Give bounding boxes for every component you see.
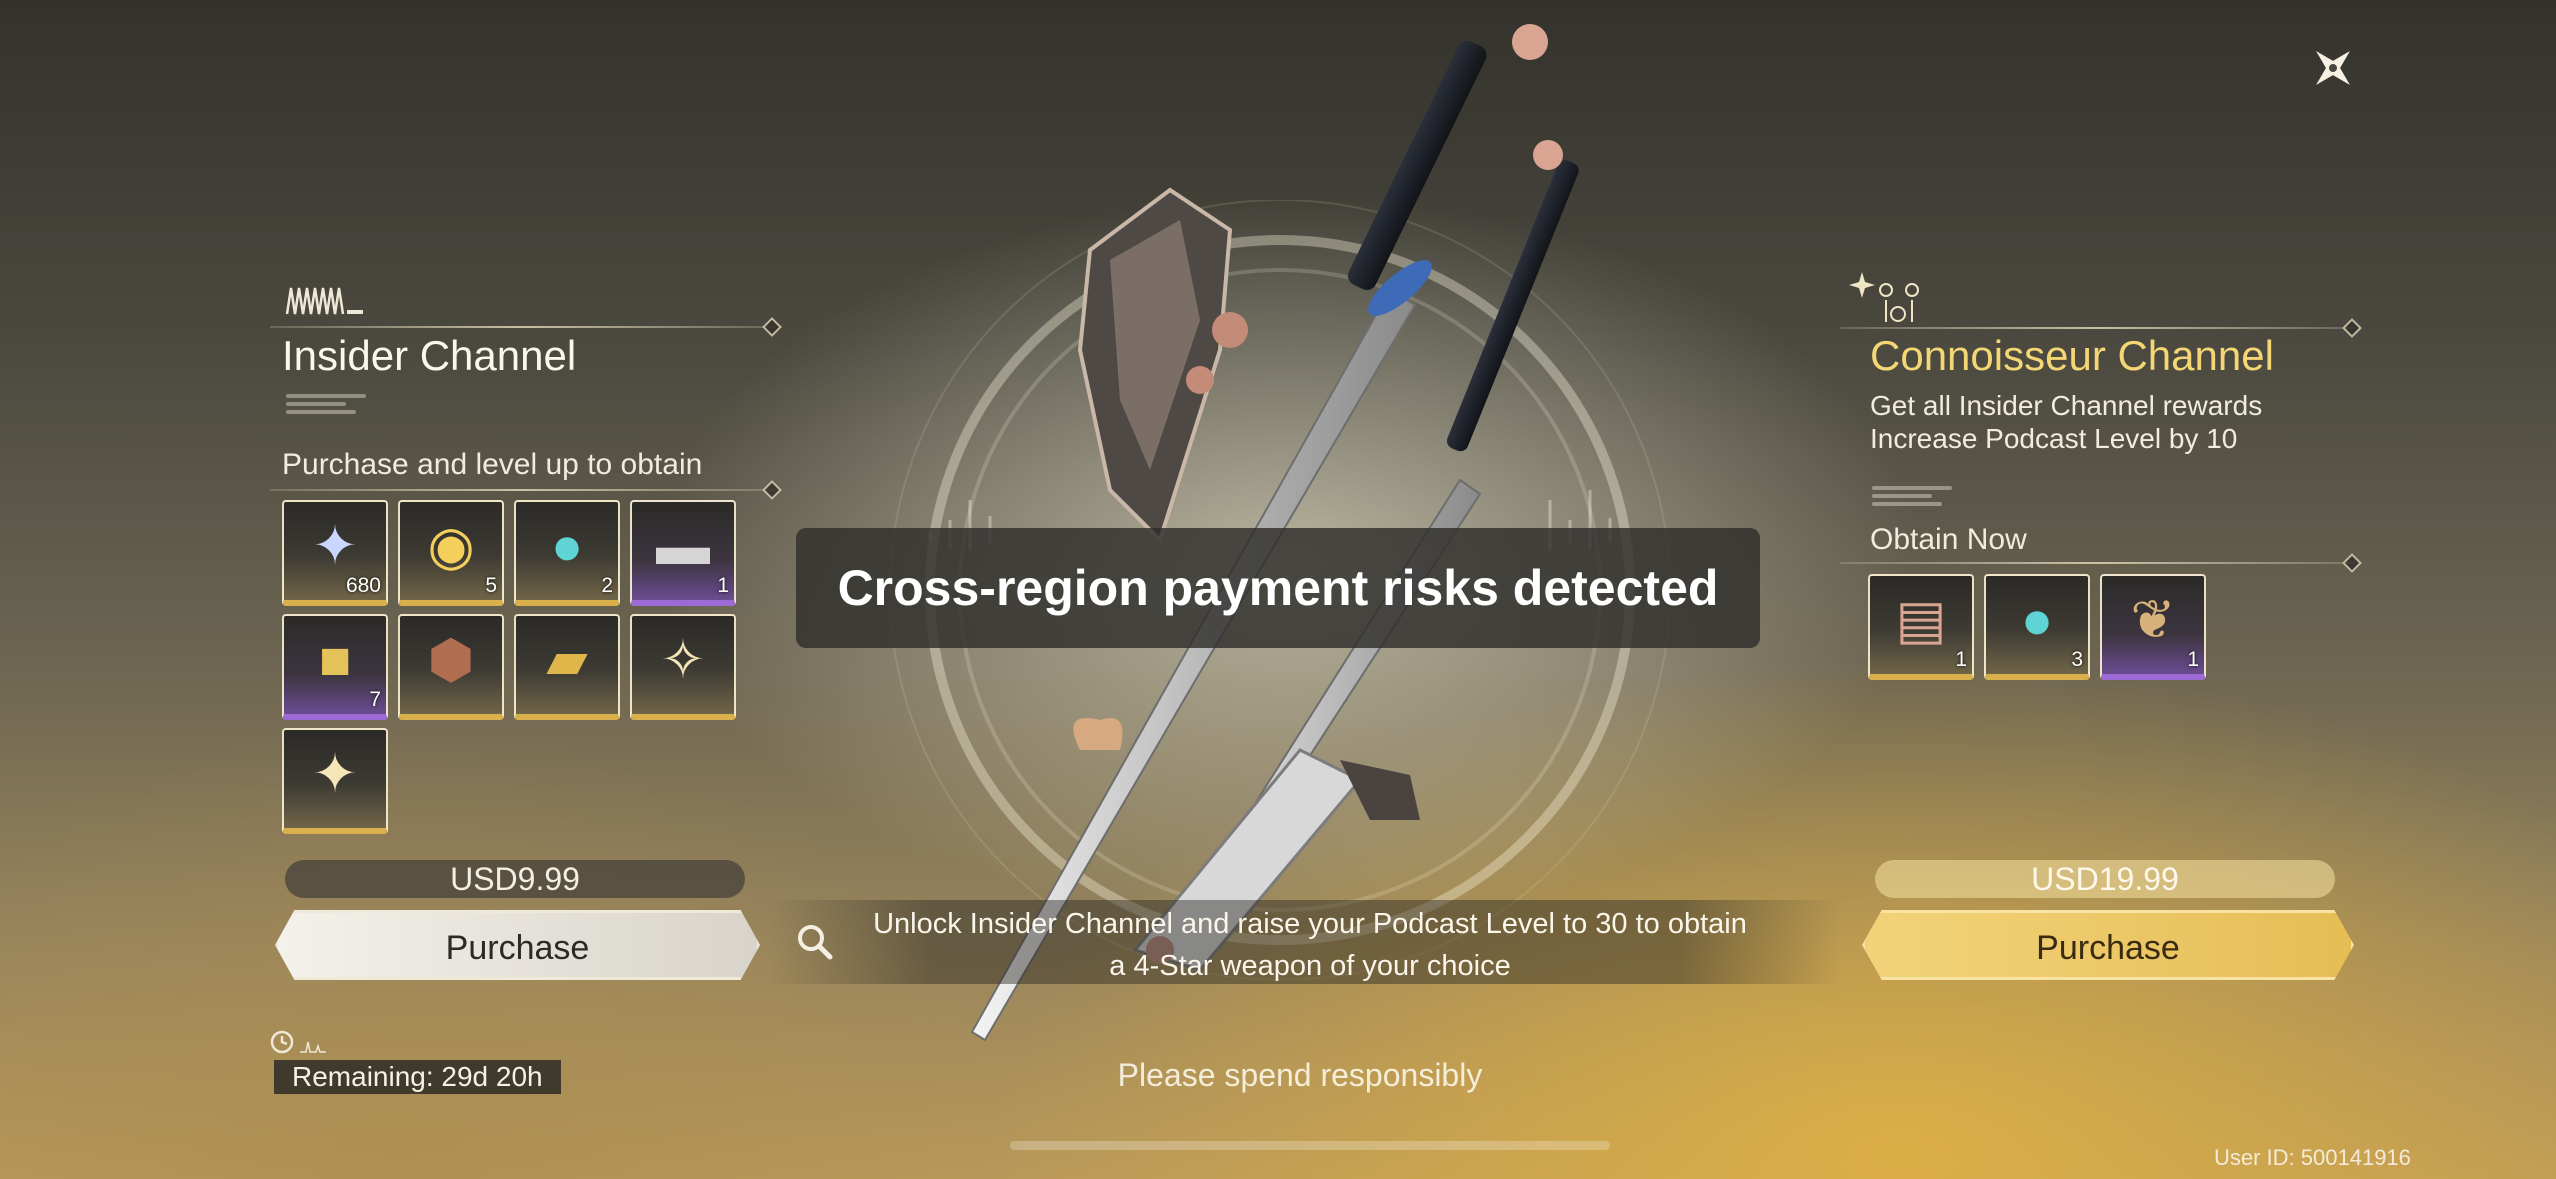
clock-icon <box>270 1030 326 1054</box>
waveform-icon <box>285 287 363 315</box>
obtain-now-label: Obtain Now <box>1870 523 2027 556</box>
search-icon[interactable] <box>795 922 835 962</box>
reward-item[interactable]: ◉ 5 <box>398 500 504 606</box>
star-shard-icon: ✦ <box>312 516 358 576</box>
fine-print-decoration <box>286 390 366 418</box>
insider-channel-title: Insider Channel <box>282 332 577 379</box>
gold-case-icon: ▰ <box>546 630 588 690</box>
record-card-icon: ▤ <box>1895 590 1947 650</box>
supply-chest-icon: ▬ <box>656 516 710 576</box>
item-count: 680 <box>345 574 381 597</box>
connoisseur-channel-panel: Connoisseur Channel Get all Insider Chan… <box>1840 260 2362 1020</box>
item-count: 3 <box>2071 648 2083 671</box>
reward-item[interactable]: ✧ <box>630 614 736 720</box>
item-count: 1 <box>717 574 729 597</box>
bronze-gem-icon: ⬢ <box>427 630 475 690</box>
insider-rewards-grid: ✦ 680 ◉ 5 ● 2 ▬ 1 ■ 7 ⬢ ▰ ✧ ✦ <box>282 500 738 834</box>
insider-channel-panel: Insider Channel Purchase and level up to… <box>270 280 782 1120</box>
reward-item[interactable]: ▬ 1 <box>630 500 736 606</box>
spirit-sparkle-icon: ✦ <box>312 744 358 804</box>
reward-item[interactable]: ⬢ <box>398 614 504 720</box>
close-button[interactable] <box>2305 40 2361 96</box>
user-id: User ID: 500141916 <box>2214 1145 2411 1170</box>
reward-item[interactable]: ▰ <box>514 614 620 720</box>
reward-item[interactable]: ● 3 <box>1984 574 2090 680</box>
reward-item[interactable]: ❦ 1 <box>2100 574 2206 680</box>
rewards-subtitle: Purchase and level up to obtain <box>282 448 703 481</box>
connoisseur-rewards-grid: ▤ 1 ● 3 ❦ 1 <box>1868 574 2208 680</box>
reward-item[interactable]: ✦ 680 <box>282 500 388 606</box>
insider-purchase-button[interactable]: Purchase <box>275 910 760 980</box>
reward-item[interactable]: ■ 7 <box>282 614 388 720</box>
sparkle-charm-icon: ✧ <box>660 630 706 690</box>
payment-risk-alert: Cross-region payment risks detected <box>796 528 1760 648</box>
ginkgo-leaf-icon: ❦ <box>2130 590 2176 650</box>
home-indicator <box>1010 1141 1610 1150</box>
insider-price: USD9.99 <box>285 860 745 898</box>
item-count: 1 <box>2187 648 2199 671</box>
connoisseur-channel-title: Connoisseur Channel <box>1870 332 2274 379</box>
connoisseur-desc-line2: Increase Podcast Level by 10 <box>1870 423 2238 454</box>
connoisseur-price: USD19.99 <box>1875 860 2335 898</box>
teal-orb-icon: ● <box>550 516 584 576</box>
item-count: 2 <box>601 574 613 597</box>
gold-coin-icon: ◉ <box>427 516 475 576</box>
ginkgo-leaf-decoration <box>1073 718 1123 750</box>
connoisseur-purchase-button[interactable]: Purchase <box>1862 910 2354 980</box>
spend-responsibly-text: Please spend responsibly <box>1117 1057 1483 1093</box>
sparkle-emblem-icon <box>1849 272 1919 322</box>
claw-weapon-shape <box>1077 187 1248 544</box>
fine-print-decoration <box>1872 482 1952 510</box>
unlock-info-text: Unlock Insider Channel and raise your Po… <box>873 908 1747 982</box>
item-count: 7 <box>369 688 381 711</box>
remaining-time: Remaining: 29d 20h <box>274 1060 561 1094</box>
teal-orb-icon: ● <box>2020 590 2054 650</box>
reward-item[interactable]: ▤ 1 <box>1868 574 1974 680</box>
connoisseur-desc-line1: Get all Insider Channel rewards <box>1870 390 2263 421</box>
close-x-icon <box>2316 51 2350 85</box>
reward-item[interactable]: ✦ <box>282 728 388 834</box>
reward-item[interactable]: ● 2 <box>514 500 620 606</box>
gold-cube-icon: ■ <box>318 630 352 690</box>
item-count: 5 <box>485 574 497 597</box>
item-count: 1 <box>1955 648 1967 671</box>
